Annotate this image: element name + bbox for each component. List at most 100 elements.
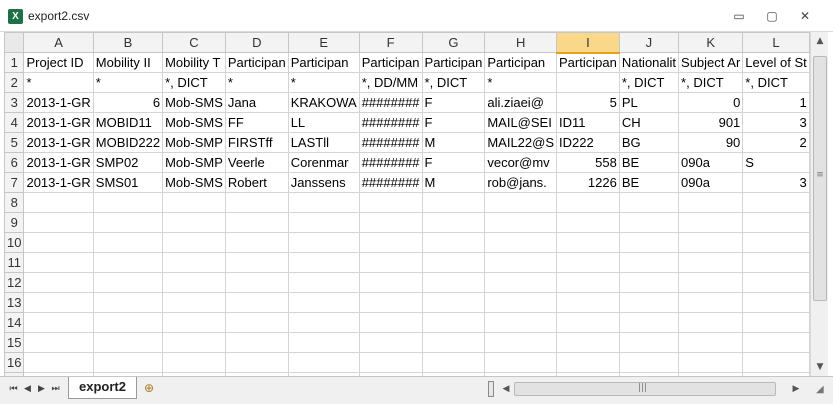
scroll-right-icon[interactable]: ▶	[790, 382, 802, 396]
cell-table[interactable]: ABCDEFGHIJKLP 1Project IDMobility IIMobi…	[4, 32, 810, 376]
cell[interactable]	[678, 192, 744, 213]
cell[interactable]: 5	[556, 92, 620, 113]
cell[interactable]	[421, 292, 486, 313]
column-header-b[interactable]: B	[92, 32, 164, 53]
cell[interactable]	[742, 272, 810, 293]
cell[interactable]	[287, 192, 360, 213]
cell[interactable]	[742, 312, 810, 333]
cell[interactable]: Participan	[484, 52, 558, 73]
cell[interactable]: Participan	[421, 52, 486, 73]
cell[interactable]	[618, 192, 680, 213]
cell[interactable]: Mob-SMP	[162, 132, 226, 153]
cell[interactable]: ID222	[556, 132, 620, 153]
cell[interactable]	[358, 332, 423, 353]
column-header-e[interactable]: E	[287, 32, 360, 53]
cell[interactable]: *, DICT	[678, 72, 744, 93]
select-all-corner[interactable]	[4, 32, 25, 53]
cell[interactable]	[484, 232, 558, 253]
cell[interactable]: ########	[358, 92, 423, 113]
cell[interactable]	[742, 292, 810, 313]
cell[interactable]: 2013-1-GR	[23, 172, 94, 193]
cell[interactable]	[421, 232, 486, 253]
cell[interactable]: KRAKOWA	[287, 92, 360, 113]
cell[interactable]	[224, 332, 289, 353]
cell[interactable]	[287, 352, 360, 373]
cell[interactable]	[421, 272, 486, 293]
row-header[interactable]: 14	[4, 312, 25, 333]
cell[interactable]	[224, 272, 289, 293]
cell[interactable]	[162, 352, 226, 373]
cell[interactable]: Jana	[224, 92, 289, 113]
cell[interactable]	[556, 332, 620, 353]
cell[interactable]	[162, 332, 226, 353]
cell[interactable]: LL	[287, 112, 360, 133]
cell[interactable]: Veerle	[224, 152, 289, 173]
cell[interactable]	[742, 192, 810, 213]
cell[interactable]: Mobility T	[162, 52, 226, 73]
cell[interactable]	[556, 212, 620, 233]
cell[interactable]: 90	[678, 132, 744, 153]
cell[interactable]: F	[421, 112, 486, 133]
row-header[interactable]: 3	[4, 92, 25, 113]
cell[interactable]: Project ID	[23, 52, 94, 73]
cell[interactable]: *	[23, 72, 94, 93]
cell[interactable]	[678, 292, 744, 313]
cell[interactable]	[742, 352, 810, 373]
cell[interactable]	[358, 352, 423, 373]
column-header-j[interactable]: J	[618, 32, 680, 53]
row-header[interactable]: 7	[4, 172, 25, 193]
cell[interactable]: rob@jans.	[484, 172, 558, 193]
cell[interactable]	[162, 252, 226, 273]
cell[interactable]	[23, 192, 94, 213]
cell[interactable]	[224, 212, 289, 233]
cell[interactable]: M	[421, 132, 486, 153]
cell[interactable]	[224, 252, 289, 273]
cell[interactable]	[618, 272, 680, 293]
cell[interactable]: S	[742, 152, 810, 173]
cell[interactable]: Participan	[556, 52, 620, 73]
cell[interactable]	[421, 332, 486, 353]
next-sheet-icon[interactable]: ▶	[36, 382, 47, 396]
cell[interactable]	[556, 292, 620, 313]
cell[interactable]: F	[421, 92, 486, 113]
cell[interactable]	[92, 212, 164, 233]
cell[interactable]	[618, 232, 680, 253]
cell[interactable]	[92, 292, 164, 313]
row-header[interactable]: 8	[4, 192, 25, 213]
close-button[interactable]: ✕	[796, 9, 814, 23]
cell[interactable]	[678, 252, 744, 273]
scroll-down-icon[interactable]: ▼	[814, 361, 826, 373]
cell[interactable]	[162, 312, 226, 333]
cell[interactable]	[421, 252, 486, 273]
cell[interactable]	[162, 232, 226, 253]
cell[interactable]	[421, 312, 486, 333]
cell[interactable]	[484, 312, 558, 333]
row-header[interactable]: 13	[4, 292, 25, 313]
restore-button[interactable]: ▢	[763, 9, 781, 23]
row-header[interactable]: 16	[4, 352, 25, 373]
row-header[interactable]: 15	[4, 332, 25, 353]
cell[interactable]	[287, 292, 360, 313]
cell[interactable]	[287, 312, 360, 333]
vertical-scrollbar[interactable]: ▲ ≡ ▼	[810, 32, 828, 376]
row-header[interactable]: 9	[4, 212, 25, 233]
cell[interactable]	[224, 352, 289, 373]
cell[interactable]: Mob-SMS	[162, 92, 226, 113]
cell[interactable]	[23, 332, 94, 353]
cell[interactable]	[287, 232, 360, 253]
cell[interactable]	[23, 272, 94, 293]
column-header-a[interactable]: A	[23, 32, 94, 53]
row-header[interactable]: 12	[4, 272, 25, 293]
column-header-d[interactable]: D	[224, 32, 289, 53]
cell[interactable]	[92, 232, 164, 253]
cell[interactable]: CH	[618, 112, 680, 133]
scroll-up-icon[interactable]: ▲	[814, 35, 826, 47]
cell[interactable]	[678, 272, 744, 293]
row-header[interactable]: 4	[4, 112, 25, 133]
cell[interactable]	[23, 212, 94, 233]
cell[interactable]	[484, 292, 558, 313]
cell[interactable]: 3	[742, 172, 810, 193]
cell[interactable]	[556, 272, 620, 293]
cell[interactable]	[358, 272, 423, 293]
cell[interactable]	[162, 272, 226, 293]
